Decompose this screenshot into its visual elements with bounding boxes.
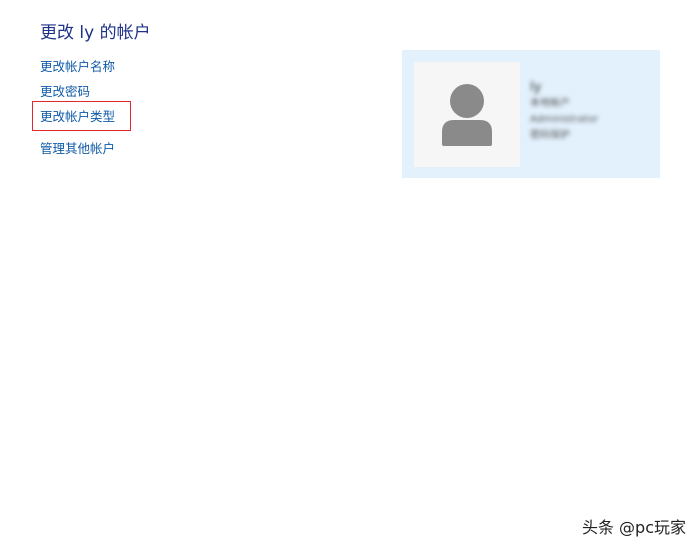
account-group: Administrator	[530, 114, 599, 125]
account-info: ly 本地帐户 Administrator 密码保护	[530, 80, 650, 144]
avatar	[414, 62, 520, 167]
account-detail: 密码保护	[530, 130, 570, 141]
change-account-type-link[interactable]: 更改帐户类型	[40, 108, 115, 126]
account-type: 本地帐户	[530, 98, 570, 109]
account-name: ly	[530, 80, 542, 95]
watermark: 头条 @pc玩家	[581, 518, 686, 537]
page-title: 更改 ly 的帐户	[40, 23, 151, 43]
account-card: ly 本地帐户 Administrator 密码保护	[402, 50, 660, 178]
manage-other-accounts-link[interactable]: 管理其他帐户	[40, 140, 115, 158]
user-silhouette-icon	[442, 84, 492, 146]
change-account-name-link[interactable]: 更改帐户名称	[40, 58, 115, 76]
change-password-link[interactable]: 更改密码	[40, 83, 90, 101]
